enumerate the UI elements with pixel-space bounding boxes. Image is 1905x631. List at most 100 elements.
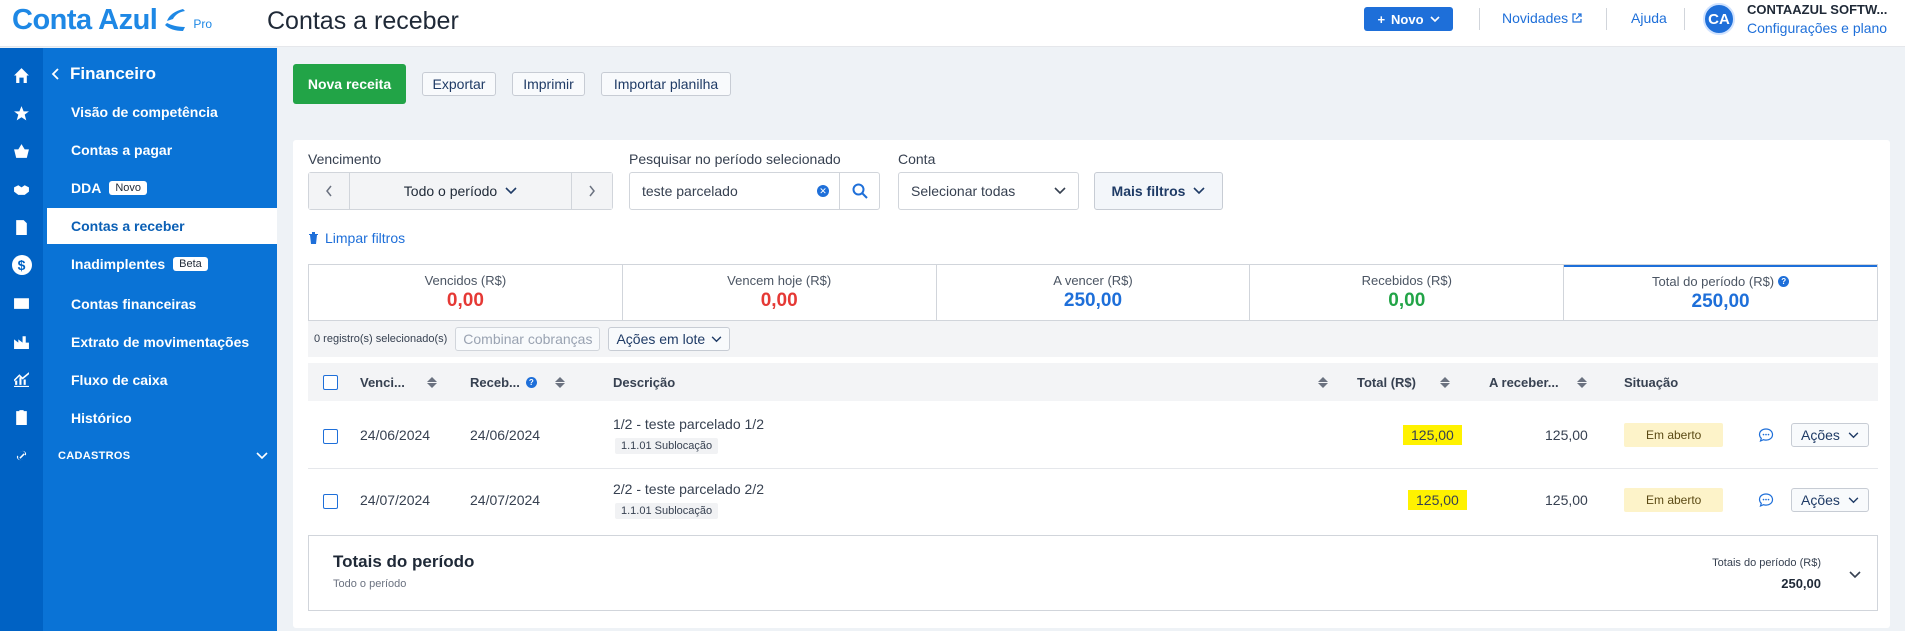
chevron-down-icon [1429,16,1440,23]
clear-search-icon[interactable]: ✕ [817,185,829,197]
divider [1684,8,1685,30]
news-link[interactable]: Novidades [1502,10,1582,26]
export-button[interactable]: Exportar [422,72,496,96]
rail-services[interactable] [0,174,43,204]
avatar[interactable]: CA [1703,3,1735,35]
sidebar-item-inadimplentes[interactable]: Inadimplentes Beta [43,246,277,282]
expand-totals-button[interactable] [1849,566,1861,584]
comment-icon[interactable] [1758,427,1774,443]
table-header: Venci... Receb...? Descrição Total (R$) … [308,363,1878,401]
period-next-button[interactable] [572,173,612,209]
rail-integrations[interactable] [0,440,43,470]
stat-period-total[interactable]: Total do período (R$)? 250,00 [1564,265,1877,320]
rail-home[interactable] [0,60,43,90]
column-received[interactable]: Receb...? [470,363,565,401]
sidebar-item-contas-a-receber[interactable]: Contas a receber [47,208,277,244]
page-title: Contas a receber [267,7,459,35]
sidebar-item-extrato[interactable]: Extrato de movimentações [43,324,277,360]
chevron-down-icon [505,187,517,195]
chat-bubble-icon [1758,493,1774,508]
description-link[interactable]: 1/2 - teste parcelado 1/2 [613,416,764,432]
new-receipt-button[interactable]: Nova receita [293,64,406,104]
period-selector: Todo o período [308,172,613,210]
checkbox[interactable] [323,494,338,509]
column-to-receive[interactable]: A receber... [1489,363,1587,401]
search-input[interactable]: teste parcelado [630,183,817,199]
card-icon [14,297,29,309]
batch-actions-button[interactable]: Ações em lote [608,327,731,351]
rail-favorites[interactable] [0,98,43,128]
due-filter-label: Vencimento [308,151,382,167]
stat-received[interactable]: Recebidos (R$) 0,00 [1250,265,1565,320]
sidebar-item-label: Histórico [71,410,132,426]
sidebar-item-dda[interactable]: DDA Novo [43,170,277,206]
period-dropdown[interactable]: Todo o período [349,173,572,209]
rail-stock[interactable] [0,326,43,356]
print-button[interactable]: Imprimir [512,72,585,96]
sidebar-back-header[interactable]: Financeiro [51,64,156,84]
combine-charges-button[interactable]: Combinar cobranças [455,327,601,351]
help-link[interactable]: Ajuda [1631,10,1667,26]
category-tag-label: 1.1.01 Sublocação [615,503,719,519]
column-due[interactable]: Venci... [360,363,437,401]
clear-filters-link[interactable]: Limpar filtros [308,230,405,246]
stat-due-today[interactable]: Vencem hoje (R$) 0,00 [623,265,937,320]
total-value: 125,00 [1403,425,1462,445]
financial-sidebar: Financeiro Visão de competência Contas a… [43,48,277,631]
sidebar-item-competencia[interactable]: Visão de competência [43,94,277,130]
table-row[interactable]: 24/07/2024 24/07/2024 2/2 - teste parcel… [308,470,1878,534]
comment-icon[interactable] [1758,492,1774,508]
row-actions-button[interactable]: Ações [1791,488,1869,512]
rail-documents[interactable] [0,212,43,242]
settings-plan-link[interactable]: Configurações e plano [1747,20,1887,36]
checkbox[interactable] [323,429,338,444]
company-name: CONTAAZUL SOFTW... [1747,2,1888,17]
rail-tasks[interactable] [0,402,43,432]
category-tag: 1.1.01 Sublocação [615,438,719,454]
period-prev-button[interactable] [309,173,349,209]
sidebar-item-contas-a-pagar[interactable]: Contas a pagar [43,132,277,168]
stat-upcoming[interactable]: A vencer (R$) 250,00 [937,265,1251,320]
sidebar-item-contas-financeiras[interactable]: Contas financeiras [43,286,277,322]
rail-financial[interactable]: $ [0,250,43,280]
column-total[interactable]: Total (R$) [1357,363,1450,401]
table-row[interactable]: 24/06/2024 24/06/2024 1/2 - teste parcel… [308,405,1878,469]
logo-mark-icon [165,9,186,31]
due-date: 24/06/2024 [360,427,431,443]
help-icon[interactable]: ? [525,376,537,388]
chevron-down-icon [1193,187,1206,195]
sort-icon [426,376,437,388]
home-icon [14,67,29,83]
sidebar-item-historico[interactable]: Histórico [43,400,277,436]
column-description[interactable]: Descrição [613,363,675,401]
sort-icon [554,376,565,388]
row-checkbox[interactable] [323,494,338,509]
sidebar-item-fluxo-de-caixa[interactable]: Fluxo de caixa [43,362,277,398]
import-spreadsheet-button[interactable]: Importar planilha [601,72,731,96]
new-button[interactable]: + Novo [1364,7,1453,31]
rail-bank[interactable] [0,288,43,318]
description-link[interactable]: 2/2 - teste parcelado 2/2 [613,481,764,497]
conta-azul-logo[interactable]: Conta Azul Pro [12,4,212,37]
factory-icon [14,335,29,349]
row-checkbox[interactable] [323,429,338,444]
column-label: Descrição [613,374,676,390]
rail-reports[interactable] [0,364,43,394]
help-icon[interactable]: ? [1778,276,1790,287]
stat-overdue[interactable]: Vencidos (R$) 0,00 [309,265,623,320]
checkbox[interactable] [323,374,338,390]
sidebar-section-cadastros[interactable]: CADASTROS [58,450,268,462]
rail-sales[interactable] [0,136,43,166]
select-all-checkbox[interactable] [323,363,338,401]
sort-icon [1576,376,1587,388]
column-description-sort[interactable] [1312,363,1328,401]
sort-icon [1318,376,1328,388]
period-totals-panel[interactable]: Totais do período Todo o período Totais … [308,535,1878,611]
row-actions-button[interactable]: Ações [1791,423,1869,447]
sidebar-item-label: Inadimplentes [71,256,166,272]
period-value: Todo o período [403,183,498,199]
search-button[interactable] [839,173,879,209]
totals-value: 250,00 [1781,576,1821,591]
account-select[interactable]: Selecionar todas [898,172,1079,210]
more-filters-button[interactable]: Mais filtros [1094,172,1223,210]
